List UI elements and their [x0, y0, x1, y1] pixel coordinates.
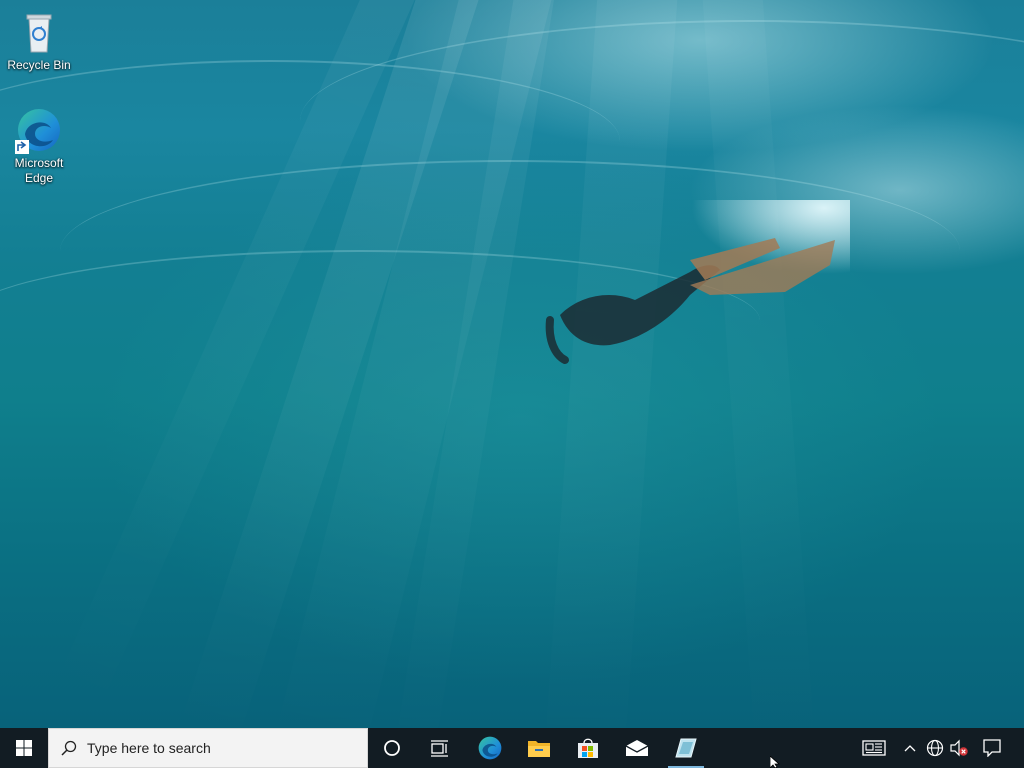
- network-button[interactable]: [924, 728, 946, 768]
- store-icon: [578, 738, 598, 758]
- globe-icon: [926, 739, 944, 757]
- search-placeholder: Type here to search: [87, 740, 211, 756]
- notification-icon: [983, 739, 1001, 757]
- volume-button[interactable]: [948, 728, 970, 768]
- mouse-cursor-icon: [770, 756, 781, 768]
- file-explorer-icon: [528, 741, 550, 757]
- cortana-icon: [384, 740, 400, 756]
- file-explorer-button[interactable]: [515, 728, 563, 768]
- app-window-icon: [675, 738, 697, 758]
- search-icon: [61, 740, 77, 756]
- cortana-button[interactable]: [368, 728, 416, 768]
- show-hidden-icons-button[interactable]: [900, 728, 920, 768]
- task-view-icon: [431, 740, 448, 757]
- desktop-icon-label: Recycle Bin: [7, 58, 71, 72]
- desktop-wallpaper: [0, 0, 1024, 728]
- action-center-button[interactable]: [978, 728, 1006, 768]
- edge-icon: [478, 736, 502, 760]
- mail-icon: [625, 740, 649, 756]
- open-app-button[interactable]: [662, 728, 710, 768]
- desktop-icon-recycle-bin[interactable]: Recycle Bin: [3, 8, 75, 73]
- desktop-icon-edge[interactable]: Microsoft Edge: [3, 106, 75, 186]
- task-view-button[interactable]: [416, 728, 464, 768]
- speaker-muted-icon: [950, 739, 968, 757]
- taskbar: Type here to search: [0, 728, 1024, 768]
- search-box[interactable]: Type here to search: [48, 728, 368, 768]
- news-icon: [862, 740, 886, 756]
- chevron-up-icon: [904, 745, 916, 752]
- desktop-icon-label: Microsoft Edge: [14, 156, 64, 185]
- diver-illustration: [545, 200, 850, 364]
- windows-logo-icon: [16, 740, 32, 756]
- mail-button[interactable]: [613, 728, 661, 768]
- news-button[interactable]: [856, 728, 892, 768]
- recycle-bin-icon: [15, 8, 63, 56]
- store-button[interactable]: [564, 728, 612, 768]
- edge-icon: [15, 106, 63, 154]
- taskbar-edge-button[interactable]: [466, 728, 514, 768]
- start-button[interactable]: [0, 728, 48, 768]
